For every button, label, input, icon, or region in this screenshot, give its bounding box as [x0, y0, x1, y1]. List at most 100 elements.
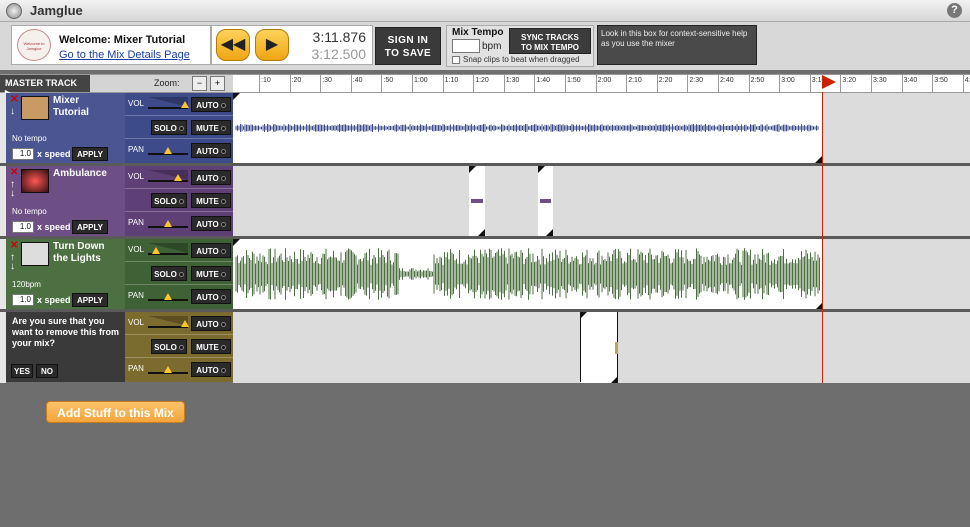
track-lane[interactable] [233, 93, 970, 163]
mute-button[interactable]: MUTE [191, 193, 231, 208]
apply-button[interactable]: APPLY [72, 293, 108, 307]
remove-track-icon[interactable]: ✕ [10, 240, 18, 251]
ruler-tick-label: :30 [322, 77, 332, 84]
track-remove-confirm: Are you sure that you want to remove thi… [0, 312, 970, 383]
ruler-tick-label: 3:50 [934, 77, 948, 84]
title-bar: Jamglue ? [0, 0, 970, 22]
yes-button[interactable]: YES [11, 364, 33, 378]
track-lane[interactable] [233, 312, 970, 383]
apply-button[interactable]: APPLY [72, 220, 108, 234]
audio-clip[interactable] [233, 93, 822, 163]
ruler-tick-label: 3:40 [903, 77, 918, 84]
volume-auto-button[interactable]: AUTO [191, 97, 231, 112]
pan-label: PAN [128, 218, 144, 227]
sign-in-to-save-button[interactable]: SIGN IN TO SAVE [375, 27, 441, 65]
master-track-button[interactable]: MASTER TRACK ▶ [0, 75, 90, 98]
pan-auto-button[interactable]: AUTO [191, 143, 231, 158]
volume-auto-button[interactable]: AUTO [191, 170, 231, 185]
timeline-ruler[interactable]: :10:20:30:40:50 1:00 1:10 1:20 1:30 1:40 1:50 2… [233, 75, 970, 92]
vol-label: VOL [128, 245, 145, 254]
volume-knob[interactable] [174, 174, 182, 181]
audio-clip[interactable] [469, 166, 485, 236]
track-tempo: No tempo [12, 207, 47, 216]
no-button[interactable]: NO [36, 364, 58, 378]
snap-checkbox[interactable] [452, 56, 460, 64]
playhead-line [822, 92, 823, 383]
add-stuff-button[interactable]: Add Stuff to this Mix [46, 401, 185, 423]
pan-auto-button[interactable]: AUTO [191, 362, 231, 377]
speed-input[interactable]: 1.0 [12, 221, 34, 233]
ruler-tick-label: 2:40 [720, 77, 734, 84]
ruler-tick-label: 1:30 [505, 77, 520, 84]
mix-details-link[interactable]: Go to the Mix Details Page [59, 49, 190, 61]
rewind-button[interactable]: ◀◀ [216, 29, 250, 61]
pan-auto-button[interactable]: AUTO [191, 216, 231, 231]
volume-knob[interactable] [181, 320, 189, 327]
move-track-icon[interactable]: ↑ ↓ [10, 180, 15, 199]
mute-button[interactable]: MUTE [191, 120, 231, 135]
volume-row: VOL AUTO [125, 93, 233, 116]
snap-label: Snap clips to beat when dragged [463, 55, 580, 64]
pan-knob[interactable] [164, 293, 172, 300]
remove-track-icon[interactable]: ✕ [10, 167, 18, 178]
solo-mute-row: SOLO MUTE [125, 335, 233, 358]
ruler-tick-label: 1:10 [444, 77, 459, 84]
speed-input[interactable]: 1.0 [12, 148, 34, 160]
solo-button[interactable]: SOLO [151, 339, 187, 354]
solo-button[interactable]: SOLO [151, 120, 187, 135]
move-track-icon[interactable]: ↑ ↓ [10, 253, 15, 272]
pan-row: PAN AUTO [125, 285, 233, 308]
ruler-tick-label: 3:30 [873, 77, 887, 84]
bpm-label: bpm [482, 41, 502, 52]
volume-auto-button[interactable]: AUTO [191, 316, 231, 331]
mix-tempo-label: Mix Tempo [452, 27, 504, 38]
pan-knob[interactable] [164, 220, 172, 227]
audio-clip[interactable] [538, 166, 553, 236]
volume-knob[interactable] [181, 101, 189, 108]
track-lane[interactable] [233, 166, 970, 236]
ruler-tick-label: 1:40 [536, 77, 551, 84]
ruler-tick-label: 2:30 [689, 77, 704, 84]
sign-in-line1: SIGN IN [387, 35, 429, 46]
speed-input[interactable]: 1.0 [12, 294, 34, 306]
pan-row: PAN AUTO [125, 358, 233, 381]
mix-tempo-panel: Mix Tempo bpm SYNC TRACKS TO MIX TEMPO S… [446, 25, 594, 67]
audio-clip[interactable] [233, 239, 823, 309]
mute-button[interactable]: MUTE [191, 266, 231, 281]
move-track-icon[interactable]: ↓ [10, 107, 15, 117]
pan-row: PAN AUTO [125, 139, 233, 162]
solo-button[interactable]: SOLO [151, 193, 187, 208]
remove-confirm-panel: Are you sure that you want to remove thi… [6, 312, 125, 382]
zoom-out-icon[interactable]: − [192, 76, 207, 91]
app-logo-icon [6, 3, 22, 19]
mute-button[interactable]: MUTE [191, 339, 231, 354]
track-turn-down-the-lights: ✕ ↑ ↓ Turn Down the Lights 120bpm 1.0 x sp… [0, 239, 970, 312]
volume-auto-button[interactable]: AUTO [191, 243, 231, 258]
volume-row: VOL AUTO [125, 312, 233, 335]
pan-auto-button[interactable]: AUTO [191, 289, 231, 304]
tempo-input[interactable] [452, 39, 480, 53]
sign-in-line2: TO SAVE [384, 48, 432, 59]
question-icon[interactable]: ? [947, 3, 962, 18]
app-title: Jamglue [30, 3, 83, 18]
track-tempo: 120bpm [12, 280, 41, 289]
pan-label: PAN [128, 145, 144, 154]
volume-slider[interactable] [148, 180, 188, 182]
remove-track-icon[interactable]: ✕ [10, 94, 18, 105]
track-info: ✕ ↑ ↓ Ambulance No tempo 1.0 x speed APPL… [6, 166, 125, 236]
zoom-label: Zoom: [154, 78, 180, 88]
volume-knob[interactable] [152, 247, 160, 254]
volume-row: VOL AUTO [125, 239, 233, 262]
zoom-area: Zoom: − + [90, 75, 233, 92]
welcome-panel: Welcome to Jamglue Welcome: Mixer Tutori… [11, 25, 211, 65]
pan-knob[interactable] [164, 147, 172, 154]
audio-clip[interactable] [580, 312, 618, 383]
apply-button[interactable]: APPLY [72, 147, 108, 161]
play-button[interactable]: ▶ [255, 29, 289, 61]
sync-tracks-button[interactable]: SYNC TRACKS TO MIX TEMPO [509, 28, 591, 54]
playhead-marker-icon[interactable] [822, 75, 836, 89]
pan-knob[interactable] [164, 366, 172, 373]
zoom-in-icon[interactable]: + [210, 76, 225, 91]
track-lane[interactable] [233, 239, 970, 309]
solo-button[interactable]: SOLO [151, 266, 187, 281]
